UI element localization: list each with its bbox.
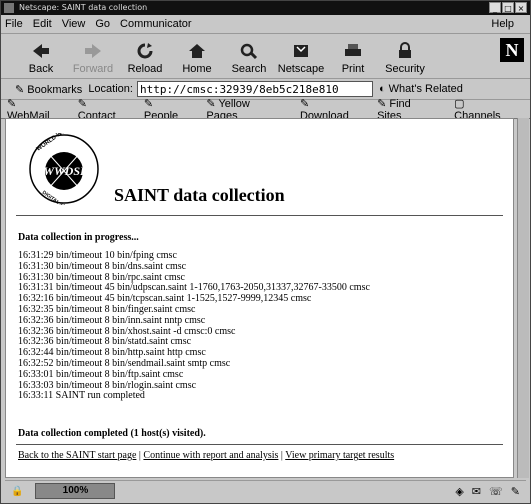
back-button[interactable]: Back xyxy=(15,42,67,78)
log-line: 16:33:01 bin/timeout 8 bin/ftp.saint cms… xyxy=(18,368,184,380)
netscape-label: Netscape xyxy=(277,63,325,75)
log-line: 16:32:36 bin/timeout 8 bin/inn.saint nnt… xyxy=(18,314,206,326)
forward-button[interactable]: Forward xyxy=(67,42,119,78)
maximize-button[interactable]: □ xyxy=(502,2,514,13)
link-back-to-start[interactable]: Back to the SAINT start page xyxy=(18,450,136,461)
page-title: SAINT data collection xyxy=(114,185,285,205)
divider xyxy=(16,215,503,216)
print-icon xyxy=(345,44,361,56)
navigator-icon[interactable]: ◈ xyxy=(455,485,463,498)
link-view-primary-target[interactable]: View primary target results xyxy=(285,450,394,461)
location-label: Location: xyxy=(88,83,133,95)
back-label: Back xyxy=(28,63,54,75)
log-line: 16:31:30 bin/timeout 8 bin/dns.saint cms… xyxy=(18,260,187,272)
security-button[interactable]: Security xyxy=(379,42,431,78)
home-button[interactable]: Home xyxy=(171,42,223,78)
discussion-icon[interactable]: ☏ xyxy=(489,485,503,498)
netscape-logo[interactable]: N xyxy=(500,38,524,62)
reload-icon xyxy=(137,43,153,59)
forward-icon xyxy=(85,44,101,58)
security-lock-icon[interactable]: 🔒 xyxy=(11,486,23,497)
netscape-icon xyxy=(294,45,308,57)
mail-icon[interactable]: ✉ xyxy=(472,485,481,498)
print-button[interactable]: Print xyxy=(327,42,379,78)
security-label: Security xyxy=(385,63,425,75)
whats-related-button[interactable]: ◐ What's Related xyxy=(379,83,463,95)
title-bar: Netscape: SAINT data collection _ □ × xyxy=(1,1,530,15)
home-icon xyxy=(189,44,205,58)
menu-edit[interactable]: Edit xyxy=(33,18,52,30)
menu-bar: File Edit View Go Communicator Help xyxy=(1,15,530,34)
menu-view[interactable]: View xyxy=(62,18,86,30)
scan-log: 16:31:29 bin/timeout 10 bin/fping cmsc 1… xyxy=(18,250,370,402)
url-input[interactable] xyxy=(136,81,373,97)
menu-file[interactable]: File xyxy=(5,18,23,30)
bookmarks-button[interactable]: ✎ Bookmarks xyxy=(15,83,82,96)
component-bar: ◈ ✉ ☏ ✎ xyxy=(455,485,520,498)
home-label: Home xyxy=(182,63,212,75)
progress-indicator: 100% xyxy=(35,483,116,499)
navigation-toolbar: Back Forward Reload Home Search Netscape… xyxy=(1,34,530,79)
composer-icon[interactable]: ✎ xyxy=(511,485,520,498)
security-icon xyxy=(399,42,411,58)
back-icon xyxy=(33,44,49,58)
reload-label: Reload xyxy=(127,63,163,75)
status-bar: 🔒 100% ◈ ✉ ☏ ✎ xyxy=(5,480,526,501)
bookmark-icon: ✎ xyxy=(15,83,28,96)
print-label: Print xyxy=(341,63,365,75)
menu-help[interactable]: Help xyxy=(491,18,514,30)
divider xyxy=(16,444,503,445)
search-label: Search xyxy=(231,63,267,75)
log-line: 16:33:11 SAINT run completed xyxy=(18,390,145,402)
menu-communicator[interactable]: Communicator xyxy=(120,18,192,30)
svg-text:WWDSI: WWDSI xyxy=(43,164,86,178)
bookmarks-label: Bookmarks xyxy=(27,83,83,96)
window-title: Netscape: SAINT data collection xyxy=(19,3,148,12)
menu-go[interactable]: Go xyxy=(95,18,110,30)
completion-message: Data collection completed (1 host(s) vis… xyxy=(18,428,206,439)
wwdsi-logo: WWDSI WORLD WIDE DIGITAL SECURITY xyxy=(29,133,99,205)
minimize-button[interactable]: _ xyxy=(489,2,501,13)
netscape-button[interactable]: Netscape xyxy=(275,42,327,78)
search-icon xyxy=(240,43,258,60)
browser-window: Netscape: SAINT data collection _ □ × Fi… xyxy=(0,0,531,504)
link-continue-report[interactable]: Continue with report and analysis xyxy=(143,450,278,461)
forward-label: Forward xyxy=(72,63,114,75)
page-content: WWDSI WORLD WIDE DIGITAL SECURITY SAINT … xyxy=(5,118,514,478)
related-icon: ◐ xyxy=(378,83,389,95)
personal-toolbar: ✎ WebMail ✎ Contact ✎ People ✎ Yellow Pa… xyxy=(1,98,530,122)
reload-button[interactable]: Reload xyxy=(119,42,171,78)
window-menu-icon[interactable] xyxy=(4,3,14,13)
search-button[interactable]: Search xyxy=(223,42,275,78)
progress-heading: Data collection in progress... xyxy=(18,232,139,243)
navigation-links: Back to the SAINT start page | Continue … xyxy=(18,450,395,461)
vertical-scrollbar[interactable] xyxy=(517,118,529,478)
close-button[interactable]: × xyxy=(515,2,527,13)
